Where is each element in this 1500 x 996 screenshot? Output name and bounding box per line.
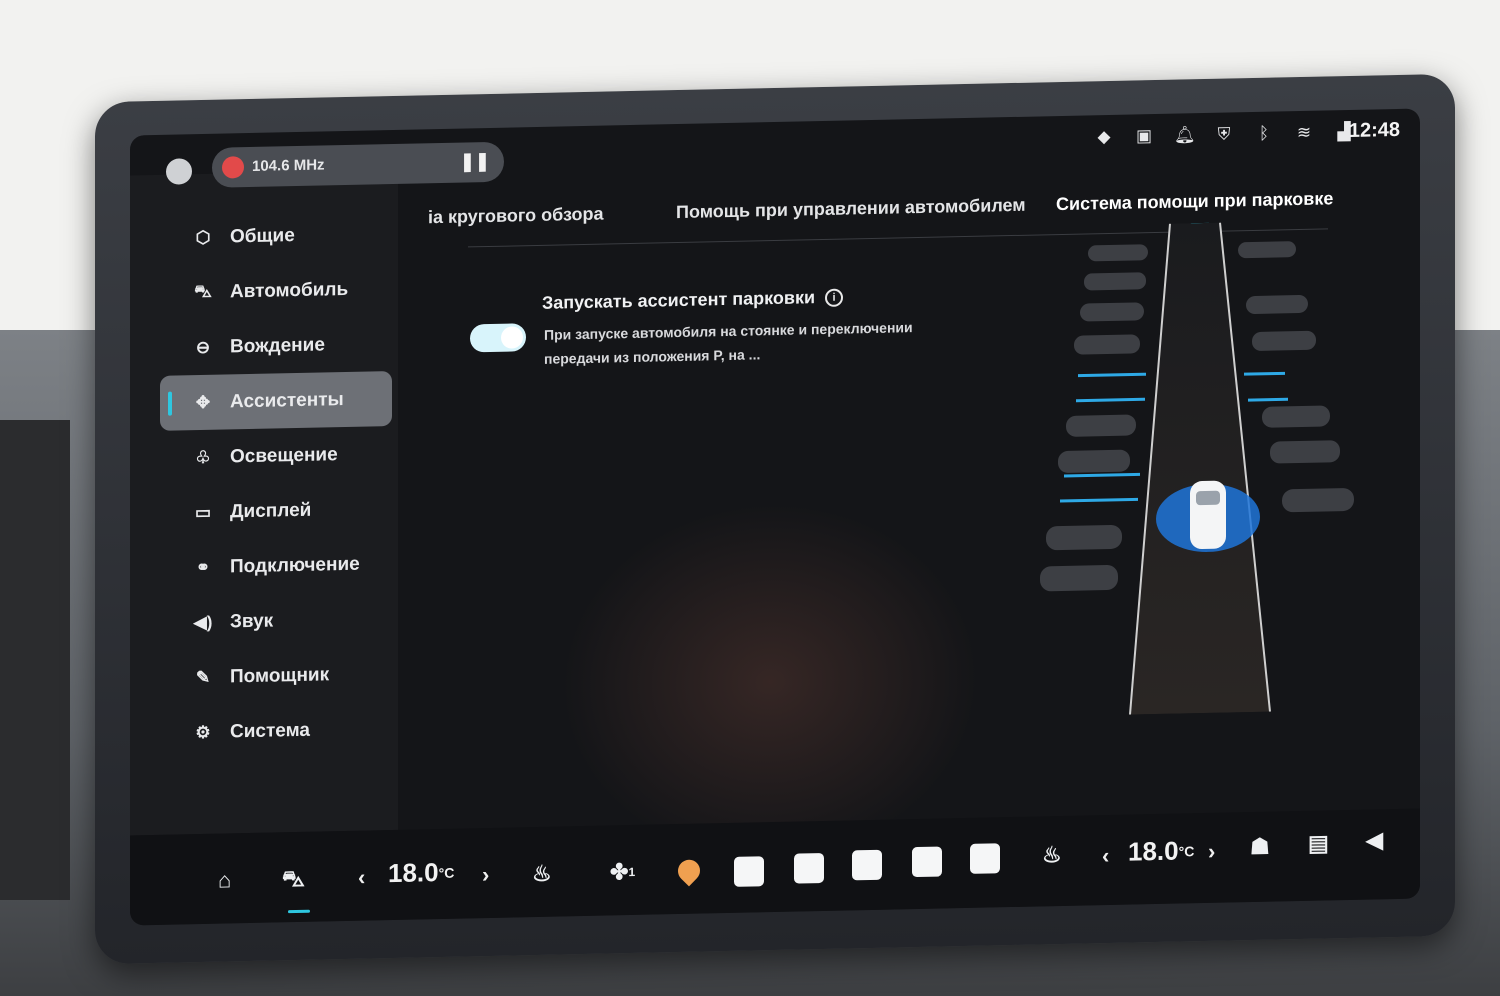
parked-cars-right bbox=[1238, 241, 1354, 513]
sidebar-item-assistants[interactable]: ✥ Ассистенты bbox=[160, 371, 392, 431]
tab-parking-assistance[interactable]: Система помощи при парковке bbox=[1056, 188, 1333, 215]
left-temp-increase[interactable]: › bbox=[482, 862, 489, 888]
sidebar-item-lighting[interactable]: ♧ Освещение bbox=[160, 426, 400, 486]
infotainment-screen: 104.6 MHz ❚❚ ◆ ▣ 🔔︎ ⛨ ᛒ ≋ ▟ 12:48 ⬡ Общи… bbox=[130, 108, 1420, 926]
sidebar-item-driving[interactable]: ⊖ Вождение bbox=[160, 316, 400, 376]
speaker-icon: ◀) bbox=[193, 612, 213, 632]
map-pin-icon: ◆ bbox=[1097, 126, 1111, 147]
app-shortcut-1[interactable] bbox=[734, 856, 764, 887]
settings-sidebar: ⬡ Общие ⛍ Автомобиль ⊖ Вождение ✥ Ассист… bbox=[160, 206, 400, 761]
car-tab-indicator bbox=[288, 909, 310, 914]
sidebar-item-label: Звук bbox=[230, 610, 274, 632]
link-icon: ⚭ bbox=[195, 557, 211, 577]
left-temp-decrease[interactable]: ‹ bbox=[358, 865, 365, 891]
screen-reflection bbox=[560, 497, 980, 867]
assistant-icon: ✥ bbox=[195, 392, 211, 412]
right-seat-heat-icon[interactable]: ♨ bbox=[1042, 842, 1062, 868]
parked-cars-left bbox=[1040, 244, 1148, 592]
toggle-knob bbox=[501, 326, 523, 349]
left-temp-value: 18.0 bbox=[388, 857, 439, 889]
phone-projection-icon: ▣ bbox=[1135, 126, 1153, 146]
radio-icon bbox=[222, 156, 244, 179]
right-temp-unit: °C bbox=[1178, 842, 1195, 860]
status-icons: ◆ ▣ 🔔︎ ⛨ ᛒ ≋ ▟ bbox=[1094, 122, 1354, 147]
setting-title: Запускать ассистент парковки i bbox=[542, 287, 844, 314]
dashboard-left-panel bbox=[0, 420, 70, 900]
sidebar-item-label: Помощник bbox=[230, 663, 330, 687]
media-station: 104.6 MHz bbox=[252, 156, 325, 175]
info-icon[interactable]: i bbox=[825, 288, 844, 307]
rear-defrost-icon[interactable]: ▤ bbox=[1308, 830, 1329, 856]
general-icon: ⬡ bbox=[195, 227, 211, 247]
bluetooth-icon: ᛒ bbox=[1258, 123, 1270, 143]
parking-assist-toggle[interactable] bbox=[470, 323, 526, 353]
setting-description: При запуске автомобиля на стоянке и пере… bbox=[544, 319, 913, 367]
windshield-defrost-icon[interactable]: ☗ bbox=[1250, 834, 1270, 860]
left-temp-unit: °C bbox=[438, 864, 455, 881]
tab-driving-assistance[interactable]: Помощь при управлении автомобилем bbox=[676, 195, 1026, 223]
parking-assist-setting: Запускать ассистент парковки i При запуск… bbox=[470, 278, 970, 367]
sidebar-item-label: Вождение bbox=[230, 333, 325, 357]
right-temp-value: 18.0 bbox=[1128, 835, 1179, 867]
sidebar-item-connection[interactable]: ⚭ Подключение bbox=[160, 536, 400, 596]
sidebar-item-label: Дисплей bbox=[230, 499, 312, 522]
right-temp-decrease[interactable]: ‹ bbox=[1102, 843, 1109, 869]
avatar[interactable] bbox=[166, 158, 192, 185]
sidebar-item-system[interactable]: ⚙ Система bbox=[160, 701, 400, 761]
sidebar-item-vehicle[interactable]: ⛍ Автомобиль bbox=[160, 261, 400, 321]
left-seat-heat-icon[interactable]: ♨ bbox=[532, 861, 552, 887]
right-temp-display[interactable]: 18.0 °C bbox=[1128, 835, 1194, 867]
fan-level: 1 bbox=[628, 864, 636, 880]
car-shortcut-icon[interactable]: ⛍ bbox=[282, 866, 305, 895]
sidebar-item-general[interactable]: ⬡ Общие bbox=[160, 206, 400, 266]
sidebar-item-label: Общие bbox=[230, 224, 295, 247]
sidebar-item-label: Подключение bbox=[230, 553, 360, 577]
app-shortcut-4[interactable] bbox=[912, 846, 942, 878]
navigation-pin-icon[interactable] bbox=[673, 855, 705, 887]
home-icon[interactable]: ⌂ bbox=[218, 867, 231, 893]
sidebar-item-assistant-voice[interactable]: ✎ Помощник bbox=[160, 646, 400, 706]
sidebar-item-label: Автомобиль bbox=[230, 278, 349, 302]
right-temp-increase[interactable]: › bbox=[1208, 839, 1215, 865]
parking-illustration bbox=[1040, 222, 1354, 715]
ego-car-icon bbox=[1190, 480, 1226, 550]
sidebar-item-label: Система bbox=[230, 719, 310, 742]
setting-title-text: Запускать ассистент парковки bbox=[542, 287, 816, 313]
sidebar-item-label: Освещение bbox=[230, 443, 338, 467]
pause-button[interactable]: ❚❚ bbox=[460, 151, 490, 173]
voice-assistant-icon: ✎ bbox=[195, 667, 211, 687]
app-shortcut-5[interactable] bbox=[970, 843, 1000, 874]
sidebar-item-display[interactable]: ▭ Дисплей bbox=[160, 481, 400, 541]
settings-gear-icon: ⚙ bbox=[195, 722, 211, 742]
wifi-icon: ≋ bbox=[1296, 122, 1312, 143]
car-icon: ⛍ bbox=[194, 281, 212, 301]
steering-wheel-icon: ⊖ bbox=[195, 337, 211, 357]
tab-surround-view[interactable]: іа кругового обзора bbox=[428, 204, 604, 229]
clock: 12:48 bbox=[1348, 118, 1400, 142]
display-icon: ▭ bbox=[194, 502, 212, 522]
bell-icon: 🔔︎ bbox=[1174, 125, 1196, 145]
ego-car-windshield bbox=[1196, 490, 1220, 506]
media-widget[interactable]: 104.6 MHz ❚❚ bbox=[212, 141, 504, 188]
app-shortcut-3[interactable] bbox=[852, 849, 882, 881]
light-icon: ♧ bbox=[195, 447, 211, 467]
sidebar-item-sound[interactable]: ◀) Звук bbox=[160, 591, 400, 651]
shield-icon: ⛨ bbox=[1217, 124, 1231, 144]
fan-icon[interactable]: ✤ 1 bbox=[610, 859, 635, 886]
app-shortcut-2[interactable] bbox=[794, 852, 824, 884]
volume-icon[interactable]: ◀ bbox=[1366, 827, 1383, 853]
sidebar-item-label: Ассистенты bbox=[230, 388, 344, 412]
left-temp-display[interactable]: 18.0 °C bbox=[388, 857, 454, 889]
